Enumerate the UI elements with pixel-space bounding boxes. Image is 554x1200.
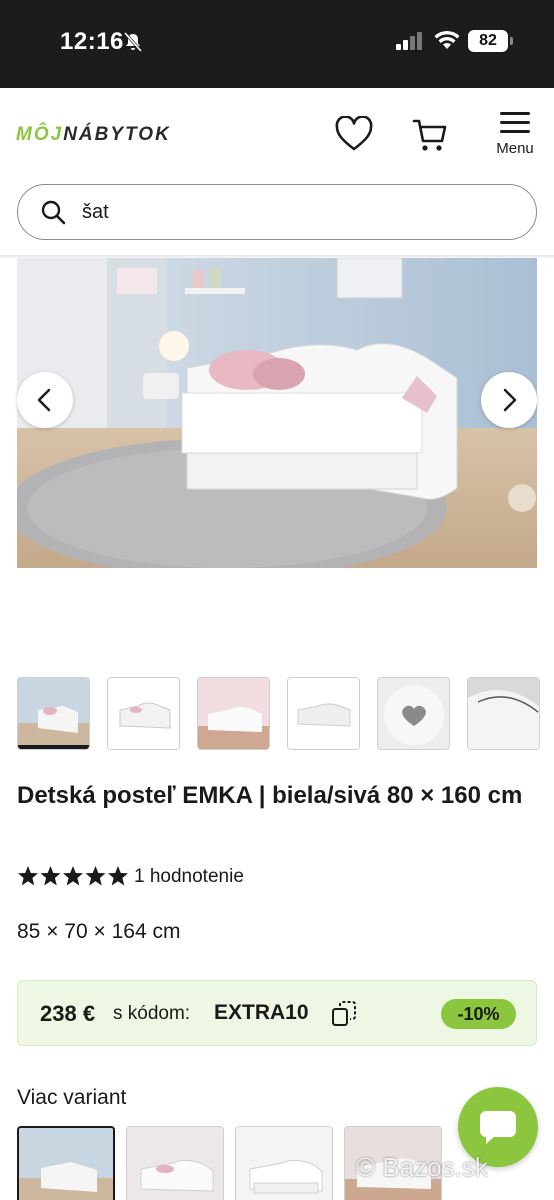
promo-code-label: s kódom: (113, 1003, 191, 1024)
product-main-image[interactable] (17, 258, 537, 568)
status-time: 12:16 (60, 28, 124, 55)
logo-part-moj: MÔJ (16, 124, 64, 145)
previous-image-button[interactable] (17, 372, 73, 428)
variant-item-1[interactable] (17, 1126, 115, 1200)
rating-count[interactable]: 1 hodnotenie (134, 866, 244, 888)
thumbnail-5[interactable] (377, 677, 450, 750)
menu-button[interactable]: Menu (490, 108, 540, 164)
wishlist-heart-icon[interactable] (334, 116, 374, 152)
product-dimensions: 85 × 70 × 164 cm (17, 920, 181, 943)
bell-muted-icon (123, 32, 143, 52)
cart-icon[interactable] (410, 116, 450, 156)
site-header: MÔJNÁBYTOK Menu šat (0, 88, 554, 256)
thumbnail-2[interactable] (107, 677, 180, 750)
chat-bubble-icon (480, 1111, 516, 1144)
product-title: Detská posteľ EMKA | biela/sivá 80 × 160… (17, 782, 523, 809)
image-thumbnails (17, 677, 554, 751)
variant-item-3[interactable] (235, 1126, 333, 1200)
rating-stars-icon (18, 866, 128, 886)
search-input[interactable]: šat (17, 184, 537, 240)
thumbnail-3[interactable] (197, 677, 270, 750)
thumbnail-6[interactable] (467, 677, 540, 750)
wifi-icon (434, 30, 460, 49)
battery-tip (510, 37, 513, 45)
variant-item-2[interactable] (126, 1126, 224, 1200)
battery-indicator: 82 (468, 30, 508, 52)
variants-title: Viac variant (17, 1086, 127, 1109)
discount-badge: -10% (441, 999, 516, 1029)
promo-code: EXTRA10 (214, 1001, 309, 1024)
search-icon (41, 200, 66, 225)
promo-code-box: 238 € s kódom: EXTRA10 -10% (17, 980, 537, 1046)
promo-price: 238 € (40, 1001, 96, 1026)
watermark: © Bazos.sk (356, 1152, 488, 1182)
signal-icon (396, 32, 422, 50)
chevron-right-icon (503, 388, 517, 412)
next-image-button[interactable] (481, 372, 537, 428)
logo-part-nabytok: NÁBYTOK (63, 124, 171, 145)
chevron-left-icon (37, 388, 51, 412)
copy-icon[interactable] (331, 1000, 357, 1028)
hamburger-icon (500, 112, 530, 134)
status-bar: 12:16 82 (0, 0, 554, 88)
menu-label: Menu (496, 140, 534, 157)
site-logo[interactable]: MÔJNÁBYTOK (16, 124, 171, 146)
thumbnail-1[interactable] (17, 677, 90, 750)
bed-photo (17, 258, 537, 568)
search-value: šat (82, 201, 109, 223)
thumbnail-4[interactable] (287, 677, 360, 750)
